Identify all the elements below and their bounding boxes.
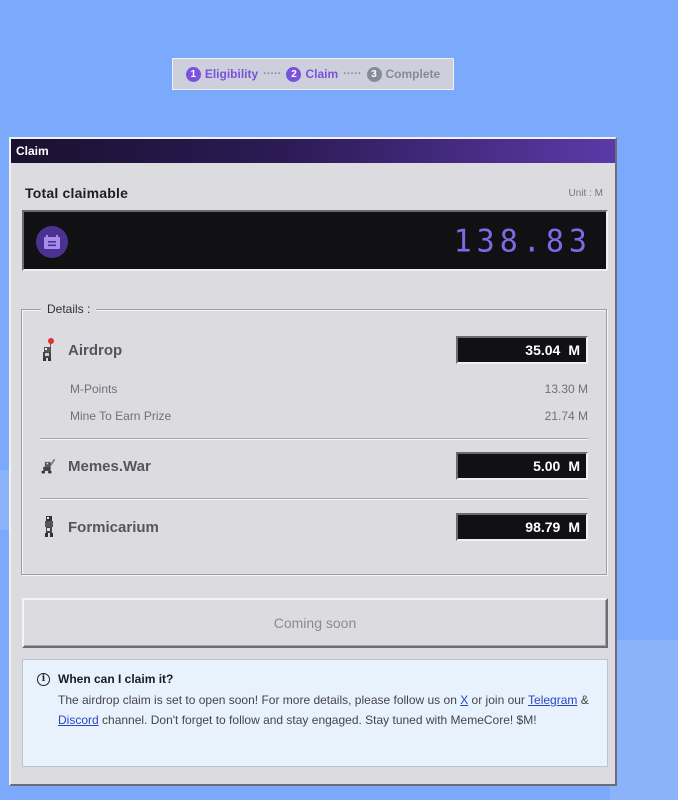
step-complete: 3 Complete xyxy=(366,66,441,82)
sub-item-label: M-Points xyxy=(70,382,118,396)
memes-war-amount-unit: M xyxy=(568,458,580,474)
claim-info-box: i When can I claim it? The airdrop claim… xyxy=(22,659,608,767)
step-label: Complete xyxy=(385,67,441,81)
formicarium-row: Formicarium 98.79 M xyxy=(40,513,588,541)
total-claimable-label: Total claimable xyxy=(25,185,129,201)
total-claimable-display: 138.83 xyxy=(22,210,608,271)
airdrop-label: Airdrop xyxy=(68,341,123,359)
airdrop-sub-item: M-Points 13.30 M xyxy=(70,382,588,396)
claim-stepper: 1 Eligibility ····· 2 Claim ····· 3 Comp… xyxy=(172,58,454,90)
total-claimable-value: 138.83 xyxy=(453,223,592,260)
wallet-icon xyxy=(36,226,68,258)
window-titlebar: Claim xyxy=(11,139,615,163)
airdrop-amount-unit: M xyxy=(568,342,580,358)
info-text-part: The airdrop claim is set to open soon! F… xyxy=(58,693,461,707)
formicarium-amount: 98.79 M xyxy=(456,513,588,541)
telegram-link[interactable]: Telegram xyxy=(528,693,577,707)
airdrop-row: Airdrop 35.04 M xyxy=(40,336,588,364)
memes-war-row: Memes.War 5.00 M xyxy=(40,452,588,480)
info-text-part: channel. Don't forget to follow and stay… xyxy=(98,713,537,727)
airdrop-amount: 35.04 M xyxy=(456,336,588,364)
formicarium-label: Formicarium xyxy=(68,518,159,536)
info-text-part: & xyxy=(577,693,589,707)
background-decoration xyxy=(610,640,678,800)
airdrop-sub-item: Mine To Earn Prize 21.74 M xyxy=(70,409,588,423)
airdrop-amount-value: 35.04 xyxy=(525,342,561,358)
formicarium-amount-unit: M xyxy=(568,519,580,535)
sub-item-value: 21.74 M xyxy=(544,409,588,423)
sub-item-label: Mine To Earn Prize xyxy=(70,409,172,423)
info-text: The airdrop claim is set to open soon! F… xyxy=(37,690,593,730)
info-title: When can I claim it? xyxy=(58,672,174,686)
step-number: 1 xyxy=(185,66,201,82)
memes-war-character-icon xyxy=(40,455,58,477)
step-eligibility: 1 Eligibility xyxy=(185,66,259,82)
step-label: Claim xyxy=(305,67,339,81)
memes-war-amount: 5.00 M xyxy=(456,452,588,480)
step-label: Eligibility xyxy=(204,67,259,81)
claim-window: Claim Total claimable Unit : M 138.83 De… xyxy=(9,137,617,786)
step-number: 2 xyxy=(286,66,302,82)
step-separator: ····· xyxy=(343,68,362,80)
details-divider xyxy=(40,438,588,440)
total-claimable-header: Total claimable Unit : M xyxy=(25,185,603,201)
formicarium-amount-value: 98.79 xyxy=(525,519,561,535)
airdrop-character-icon xyxy=(40,338,58,361)
coming-soon-button[interactable]: Coming soon xyxy=(22,598,608,648)
details-divider xyxy=(40,498,588,500)
step-number: 3 xyxy=(366,66,382,82)
details-legend: Details : xyxy=(41,302,97,316)
formicarium-character-icon xyxy=(40,516,58,538)
window-title: Claim xyxy=(16,144,49,158)
info-text-part: or join our xyxy=(468,693,529,707)
sub-item-value: 13.30 M xyxy=(544,382,588,396)
memes-war-amount-value: 5.00 xyxy=(533,458,561,474)
memes-war-label: Memes.War xyxy=(68,457,151,475)
info-icon: i xyxy=(37,672,50,686)
discord-link[interactable]: Discord xyxy=(58,713,99,727)
step-claim: 2 Claim xyxy=(286,66,339,82)
details-panel: Details : Airdrop 35.04 M M-Points 13.30… xyxy=(21,302,607,575)
step-separator: ····· xyxy=(263,68,282,80)
unit-label: Unit : M xyxy=(568,187,603,199)
